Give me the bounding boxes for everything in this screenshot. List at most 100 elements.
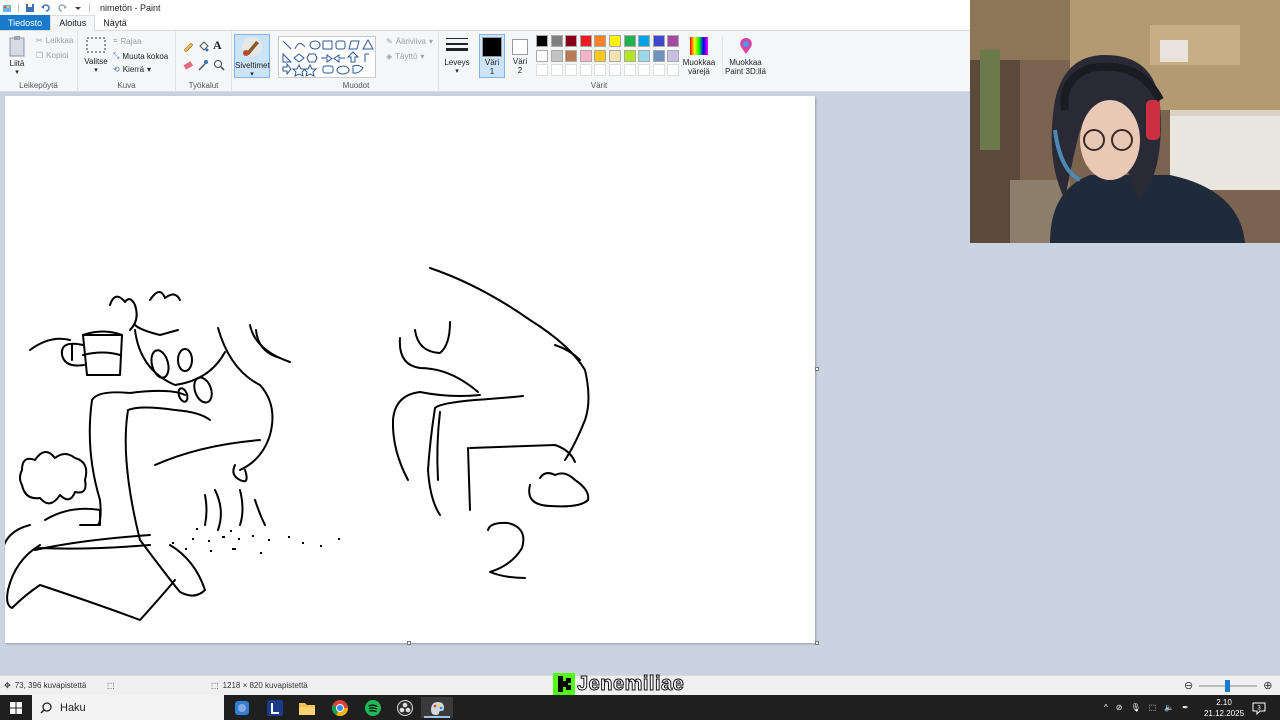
canvas-size-text: 1218 × 820 kuvapistettä bbox=[222, 681, 308, 690]
microphone-icon[interactable]: 🎙 bbox=[1130, 703, 1140, 712]
cut-button[interactable]: ✂ Leikkaa bbox=[36, 36, 73, 45]
outline-label: Ääriviiva bbox=[395, 37, 426, 46]
pen-icon[interactable]: ✒ bbox=[1182, 703, 1189, 712]
zoom-out-icon[interactable]: ⊖ bbox=[1184, 679, 1193, 692]
zoom-in-icon[interactable]: ⊕ bbox=[1263, 679, 1272, 692]
resize-handle-right[interactable] bbox=[815, 367, 819, 371]
custom-color-swatch[interactable] bbox=[667, 64, 680, 76]
start-button[interactable] bbox=[0, 697, 32, 718]
tab-file[interactable]: Tiedosto bbox=[0, 15, 51, 30]
color-swatch[interactable] bbox=[652, 49, 665, 62]
color-picker-icon[interactable] bbox=[197, 59, 209, 71]
zoom-slider[interactable] bbox=[1199, 679, 1258, 692]
custom-color-swatch[interactable] bbox=[652, 64, 665, 76]
color-swatch[interactable] bbox=[638, 49, 651, 62]
taskbar-app-obs[interactable] bbox=[389, 697, 421, 718]
select-label: Valitse bbox=[84, 57, 108, 66]
rotate-icon: ⟲ bbox=[113, 65, 120, 74]
paint3d-label-1: Muokkaa bbox=[729, 58, 762, 67]
color-swatch[interactable] bbox=[667, 35, 680, 47]
color-swatch[interactable] bbox=[652, 35, 665, 47]
text-tool-icon[interactable]: A bbox=[213, 38, 222, 53]
custom-color-swatch[interactable] bbox=[638, 64, 651, 76]
custom-color-swatch[interactable] bbox=[579, 64, 592, 76]
search-box[interactable]: Haku bbox=[32, 695, 224, 720]
magnifier-icon[interactable] bbox=[213, 59, 225, 71]
taskbar-app-widgets[interactable] bbox=[226, 697, 258, 718]
paint-app-icon bbox=[2, 3, 12, 13]
custom-color-swatch[interactable] bbox=[609, 64, 621, 76]
resize-handle-bottom[interactable] bbox=[407, 641, 411, 645]
save-icon[interactable] bbox=[25, 3, 35, 13]
color2-label-line2: 2 bbox=[517, 66, 523, 75]
color2-button[interactable]: Väri 2 bbox=[508, 34, 532, 78]
fill-bucket-icon[interactable] bbox=[197, 40, 209, 52]
taskbar-app-l[interactable] bbox=[259, 697, 291, 718]
fill-button[interactable]: ◈ Täyttö ▾ bbox=[386, 52, 424, 61]
taskbar-app-explorer[interactable] bbox=[291, 697, 323, 718]
custom-color-swatch[interactable] bbox=[594, 64, 607, 76]
taskbar-app-spotify[interactable] bbox=[357, 697, 389, 718]
eraser-icon[interactable] bbox=[182, 59, 194, 71]
drawing-canvas[interactable] bbox=[5, 96, 815, 643]
resize-button[interactable]: ⤡ Muuta kokoa bbox=[113, 51, 168, 61]
crop-label: Rajaa bbox=[120, 36, 142, 46]
taskbar-app-chrome[interactable] bbox=[324, 697, 356, 718]
brushes-button[interactable]: Siveltimet ▾ bbox=[234, 34, 270, 78]
pencil-icon[interactable] bbox=[182, 40, 194, 52]
color-swatch[interactable] bbox=[536, 35, 548, 47]
canvas-size-icon: ⬚ bbox=[211, 681, 219, 690]
tray-overflow-chevron-icon[interactable]: ^ bbox=[1104, 703, 1108, 712]
custom-color-swatch[interactable] bbox=[623, 64, 636, 76]
color-swatch[interactable] bbox=[565, 49, 578, 62]
paste-button[interactable]: Liitä ▾ bbox=[4, 35, 30, 77]
volume-icon[interactable]: 🔈 bbox=[1164, 703, 1174, 712]
color-swatch[interactable] bbox=[550, 49, 563, 62]
color-swatch[interactable] bbox=[623, 49, 636, 62]
shapes-gallery[interactable] bbox=[278, 36, 376, 78]
group-label-image: Kuva bbox=[117, 81, 136, 90]
redo-icon[interactable] bbox=[57, 3, 67, 13]
color-swatch[interactable] bbox=[638, 35, 651, 47]
tab-home[interactable]: Aloitus bbox=[50, 15, 96, 31]
paint3d-button[interactable]: Muokkaa Paint 3D:llä bbox=[722, 36, 768, 76]
color1-label-line1: Väri bbox=[484, 58, 500, 67]
resize-handle-corner[interactable] bbox=[815, 641, 819, 645]
color-swatch[interactable] bbox=[609, 49, 621, 62]
color1-button[interactable]: Väri 1 bbox=[479, 34, 505, 78]
taskbar: Haku ^ ⊘ 🎙 ⬚ 🔈 ✒ 2.10 21.12.2025 3 bbox=[0, 695, 1280, 720]
taskbar-app-paint[interactable] bbox=[421, 697, 453, 718]
color-swatch[interactable] bbox=[579, 49, 592, 62]
copy-button[interactable]: ❐ Kopioi bbox=[36, 51, 68, 60]
color-swatch[interactable] bbox=[550, 35, 563, 47]
camera-off-icon[interactable]: ⊘ bbox=[1116, 703, 1123, 712]
color-swatch[interactable] bbox=[594, 49, 607, 62]
custom-color-swatch[interactable] bbox=[536, 64, 548, 76]
edit-colors-button[interactable]: Muokkaa värejä bbox=[681, 36, 717, 76]
customize-chevron-icon[interactable] bbox=[73, 3, 83, 13]
color-swatch[interactable] bbox=[565, 35, 578, 47]
size-button[interactable]: Leveys ▾ bbox=[442, 36, 472, 76]
select-button[interactable]: Valitse ▾ bbox=[82, 35, 110, 75]
crop-button[interactable]: ⌗ Rajaa bbox=[113, 36, 141, 46]
network-icon[interactable]: ⬚ bbox=[1149, 703, 1157, 712]
chevron-down-icon: ▾ bbox=[420, 52, 425, 61]
rotate-button[interactable]: ⟲ Kierrä ▾ bbox=[113, 65, 151, 74]
color-swatch[interactable] bbox=[536, 49, 548, 62]
outline-button[interactable]: ✎ Ääriviiva ▾ bbox=[386, 37, 433, 46]
color-swatch[interactable] bbox=[667, 49, 680, 62]
clock[interactable]: 2.10 21.12.2025 bbox=[1204, 695, 1244, 720]
color-swatch[interactable] bbox=[594, 35, 607, 47]
color-swatch[interactable] bbox=[609, 35, 621, 47]
zoom-thumb[interactable] bbox=[1225, 679, 1231, 692]
color-swatch[interactable] bbox=[579, 35, 592, 47]
drawing bbox=[5, 267, 590, 621]
brush-icon bbox=[242, 37, 262, 57]
undo-icon[interactable] bbox=[41, 3, 51, 13]
custom-color-swatch[interactable] bbox=[550, 64, 563, 76]
custom-color-swatch[interactable] bbox=[565, 64, 578, 76]
notification-button[interactable]: 3 bbox=[1252, 695, 1266, 720]
system-tray: ^ ⊘ 🎙 ⬚ 🔈 ✒ bbox=[1104, 695, 1189, 720]
tab-view[interactable]: Näytä bbox=[95, 15, 135, 30]
color-swatch[interactable] bbox=[623, 35, 636, 47]
